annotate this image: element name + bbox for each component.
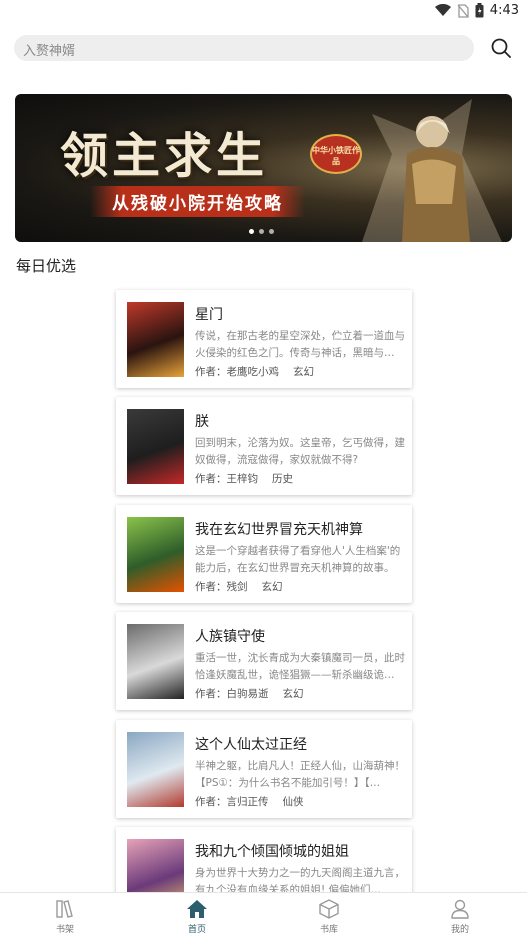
- book-author: 言归正传: [226, 795, 269, 808]
- book-author: 老鹰吃小鸡: [226, 366, 280, 378]
- author-label: 作者：: [195, 366, 227, 378]
- book-meta: 作者：残剑 玄幻: [195, 579, 283, 594]
- battery-icon: [475, 3, 484, 18]
- banner-title: 领主求生: [60, 128, 269, 184]
- status-bar: 4:43: [0, 0, 527, 24]
- book-title: 人族镇守使: [195, 629, 265, 646]
- author-label: 作者：: [195, 473, 227, 486]
- book-meta: 作者：白驹易逝 玄幻: [195, 686, 304, 701]
- user-icon: [451, 899, 469, 919]
- nav-item-library[interactable]: 书库: [299, 898, 359, 935]
- search-placeholder: 入赘神婿: [23, 44, 76, 59]
- book-title: 我和九个倾国倾城的姐姐: [195, 843, 349, 860]
- author-label: 作者：: [195, 688, 227, 701]
- book-title: 星门: [195, 307, 223, 323]
- book-cover[interactable]: [127, 409, 184, 485]
- carousel-dot[interactable]: [249, 229, 254, 234]
- book-description: 回到明末，沦落为奴。这皇帝，乞丐做得，建奴做得，流寇做得，家奴就做不得?: [195, 437, 405, 467]
- promo-banner[interactable]: 领主求生 中华小铁匠作品 从残破小院开始攻略: [15, 94, 512, 242]
- book-genre: 玄幻: [282, 688, 304, 701]
- author-label: 作者：: [195, 580, 227, 593]
- book-meta: 作者：老鹰吃小鸡 玄幻: [195, 364, 314, 379]
- carousel-dot[interactable]: [269, 229, 274, 234]
- book-title: 我在玄幻世界冒充天机神算: [195, 521, 363, 538]
- book-genre: 玄幻: [293, 366, 314, 378]
- book-genre: 玄幻: [261, 580, 283, 593]
- book-list: 星门 传说，在那古老的星空深处，伫立着一道血与火侵染的红色之门。传奇与神话，黑暗…: [116, 290, 412, 934]
- book-cover[interactable]: [127, 624, 184, 700]
- book-title: 朕: [195, 414, 209, 431]
- book-author: 王梓钧: [226, 473, 259, 486]
- book-card[interactable]: 这个人仙太过正经 半神之躯，比肩凡人！正经人仙，山海葫神！【PS①：为什么书名不…: [116, 719, 412, 818]
- carousel-indicator: [249, 229, 274, 234]
- search-row: 入赘神婿: [14, 35, 514, 63]
- status-time: 4:43: [489, 3, 519, 18]
- nav-label: 我的: [450, 925, 469, 935]
- search-icon[interactable]: [490, 37, 512, 59]
- book-card[interactable]: 人族镇守使 重活一世，沈长青成为大秦镇魔司一员，此时恰逢妖魔乱世，诡怪猖獗——斩…: [116, 612, 412, 711]
- book-meta: 作者：王梓钧 历史: [195, 471, 293, 486]
- book-cover[interactable]: [127, 731, 184, 807]
- book-genre: 仙侠: [282, 795, 304, 808]
- book-card[interactable]: 我在玄幻世界冒充天机神算 这是一个穿越者获得了看穿他人'人生档案'的能力后，在玄…: [116, 504, 412, 603]
- section-title: 每日优选: [16, 257, 77, 275]
- search-input[interactable]: 入赘神婿: [14, 35, 474, 61]
- book-cover[interactable]: [127, 516, 184, 592]
- nav-item-bookshelf[interactable]: 书架: [35, 898, 95, 935]
- book-author: 白驹易逝: [226, 688, 269, 701]
- book-description: 重活一世，沈长青成为大秦镇魔司一员，此时恰逢妖魔乱世，诡怪猖獗——斩杀幽级诡…: [195, 652, 405, 682]
- book-cover[interactable]: [127, 302, 184, 377]
- home-icon: [187, 900, 207, 918]
- book-title: 这个人仙太过正经: [195, 736, 307, 753]
- nav-label: 书库: [319, 925, 338, 935]
- book-author: 残剑: [226, 580, 248, 593]
- author-label: 作者：: [195, 795, 227, 808]
- bookshelf-icon: [56, 900, 73, 918]
- book-card[interactable]: 朕 回到明末，沦落为奴。这皇帝，乞丐做得，建奴做得，流寇做得，家奴就做不得? 作…: [116, 397, 412, 496]
- no-sim-icon: [457, 3, 469, 18]
- wifi-icon: [434, 4, 451, 16]
- nav-item-home[interactable]: 首页: [167, 898, 227, 935]
- library-cube-icon: [319, 899, 339, 919]
- nav-label: 书架: [55, 925, 74, 935]
- book-description: 传说，在那古老的星空深处，伫立着一道血与火侵染的红色之门。传奇与神话，黑暗与…: [195, 330, 405, 359]
- bottom-navigation: 书架 首页 书库 我的: [0, 892, 527, 938]
- book-genre: 历史: [272, 473, 293, 486]
- banner-subtitle: 从残破小院开始攻略: [90, 186, 305, 217]
- book-card[interactable]: 星门 传说，在那古老的星空深处，伫立着一道血与火侵染的红色之门。传奇与神话，黑暗…: [116, 290, 412, 388]
- book-meta: 作者：言归正传 仙侠: [195, 794, 304, 809]
- nav-label: 首页: [187, 925, 206, 935]
- book-description: 这是一个穿越者获得了看穿他人'人生档案'的能力后，在玄幻世界冒充天机神算的故事。: [195, 544, 401, 574]
- nav-item-profile[interactable]: 我的: [430, 898, 490, 935]
- book-description: 半神之躯，比肩凡人！正经人仙，山海葫神！【PS①：为什么书名不能加引号！】【…: [195, 759, 405, 789]
- banner-knight-illustration: [362, 99, 502, 242]
- banner-author-badge: 中华小铁匠作品: [310, 134, 362, 174]
- carousel-dot[interactable]: [259, 229, 264, 234]
